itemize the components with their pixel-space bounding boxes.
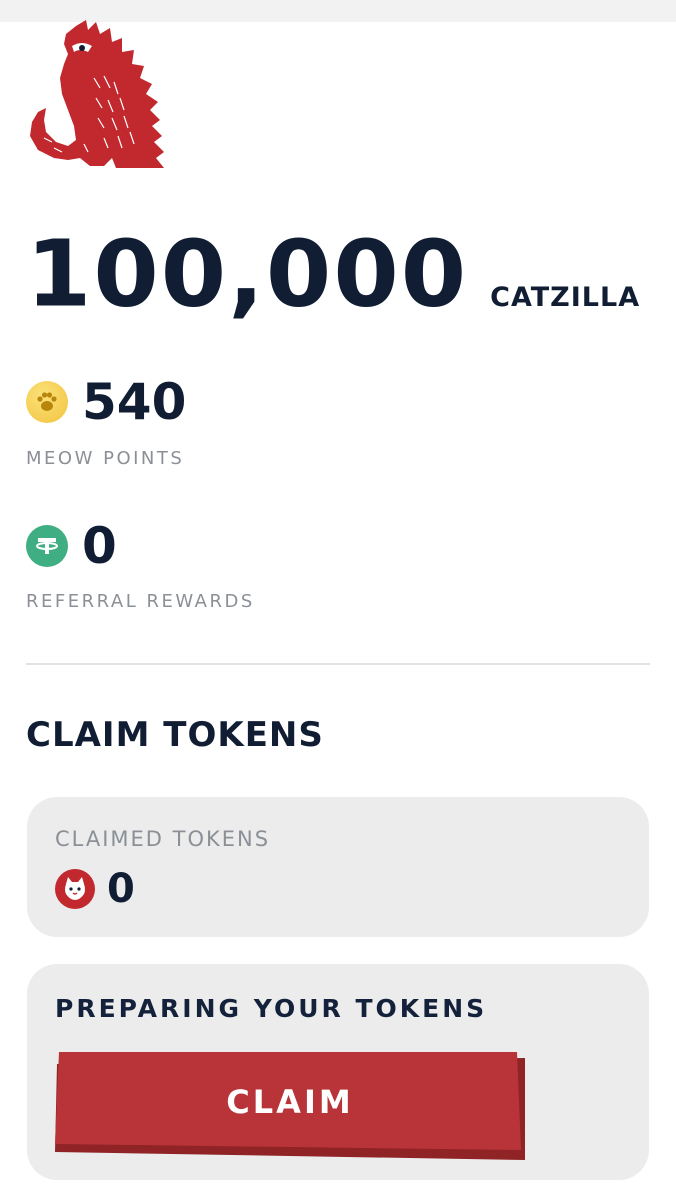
paw-coin-icon	[26, 381, 68, 423]
claimed-tokens-label: CLAIMED TOKENS	[55, 827, 271, 851]
claim-button[interactable]: CLAIM	[55, 1052, 525, 1160]
catzilla-logo-icon	[24, 18, 174, 176]
claimed-tokens-value: 0	[107, 866, 135, 912]
preparing-tokens-label: PREPARING YOUR TOKENS	[55, 994, 488, 1023]
referral-rewards-value: 0	[82, 517, 117, 575]
meow-points-label: MEOW POINTS	[26, 448, 185, 469]
referral-rewards-row: 0	[26, 521, 117, 571]
balance-unit: CATZILLA	[490, 282, 641, 313]
tether-coin-icon	[26, 525, 68, 567]
catzilla-token-icon	[55, 869, 95, 909]
balance-amount: 100,000	[26, 221, 469, 328]
claimed-tokens-card: CLAIMED TOKENS 0	[27, 797, 649, 937]
meow-points-row: 540	[26, 377, 186, 427]
balance-display: 100,000 CATZILLA	[26, 221, 641, 328]
claim-tokens-title: CLAIM TOKENS	[26, 715, 324, 755]
section-divider	[26, 663, 650, 665]
referral-rewards-label: REFERRAL REWARDS	[26, 591, 255, 612]
claim-button-label: CLAIM	[226, 1083, 354, 1121]
claimed-tokens-row: 0	[55, 869, 135, 909]
meow-points-value: 540	[82, 373, 187, 431]
preparing-tokens-card: PREPARING YOUR TOKENS CLAIM	[27, 964, 649, 1180]
